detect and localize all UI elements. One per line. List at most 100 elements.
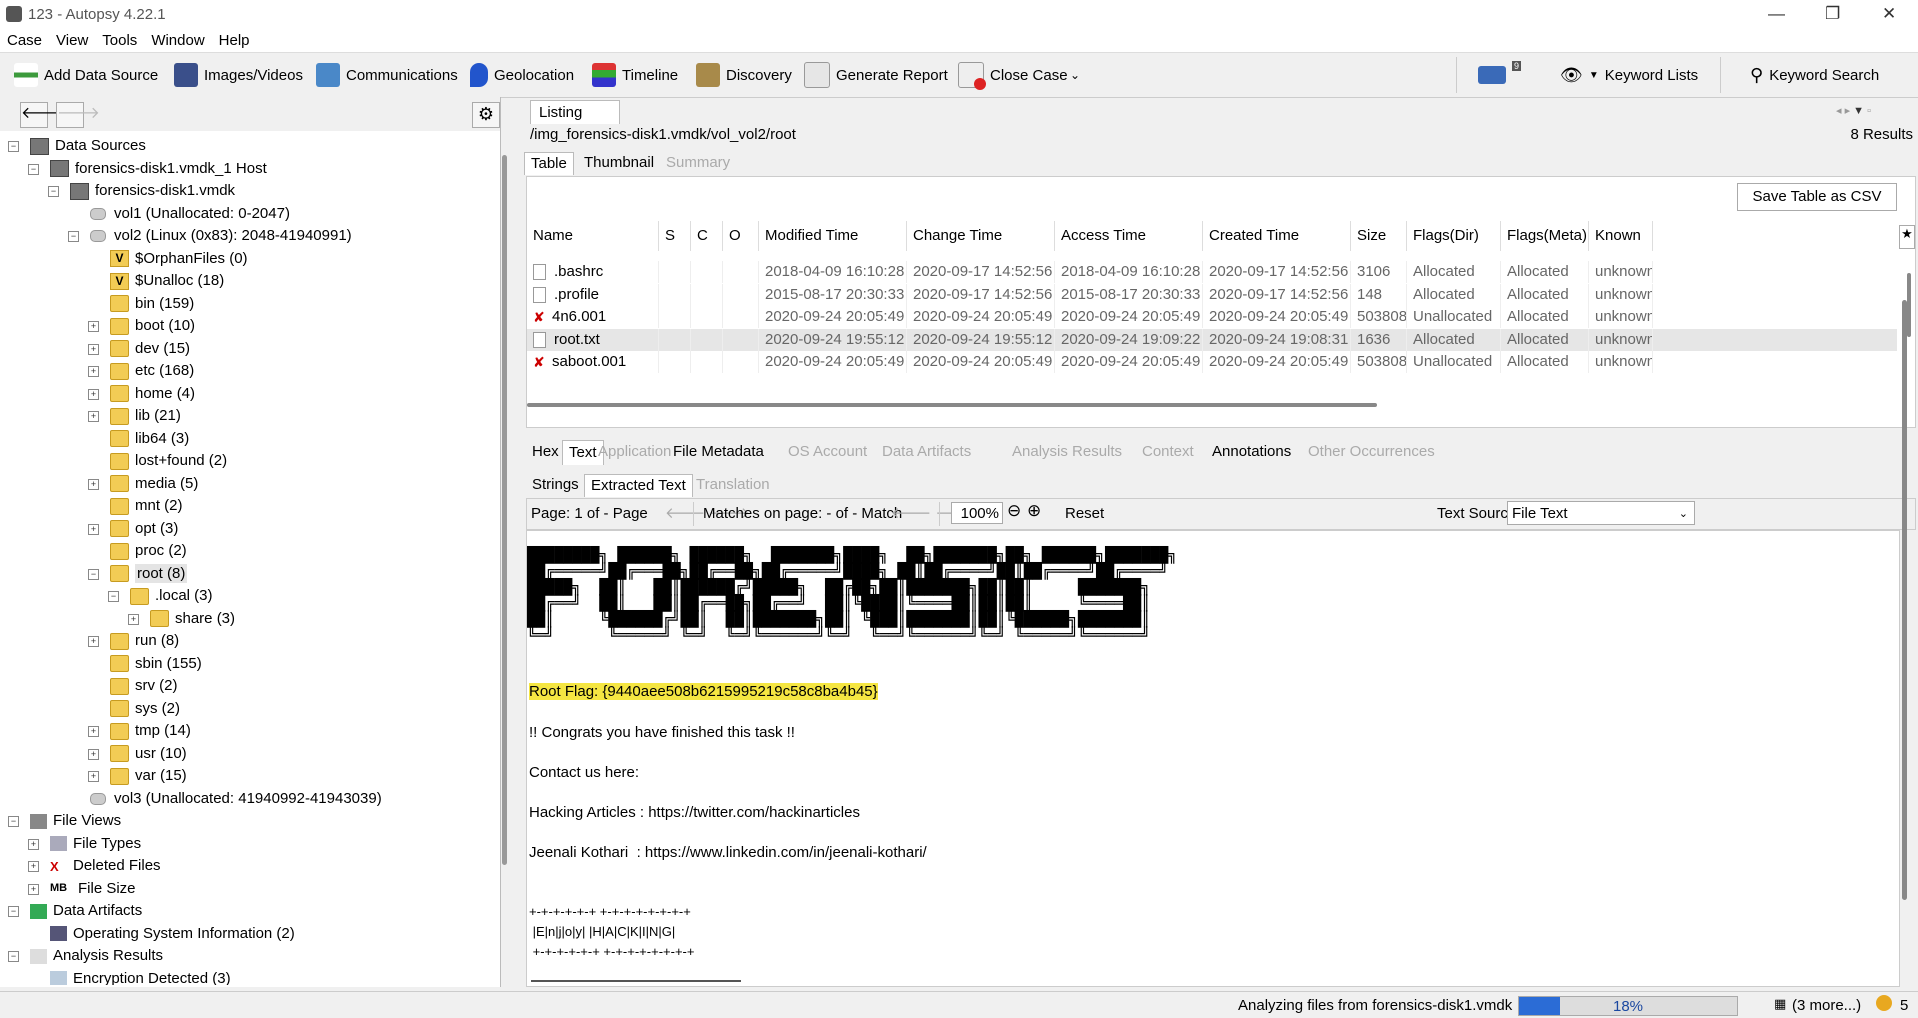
tab-other-occurrences[interactable]: Other Occurrences <box>1302 440 1441 464</box>
close-icon[interactable]: ✕ <box>1882 4 1896 24</box>
tab-extracted-text[interactable]: Extracted Text <box>584 474 693 497</box>
collapse-icon[interactable]: − <box>8 141 19 152</box>
tree-item[interactable]: − Analysis Results <box>8 945 163 967</box>
timeline-button[interactable]: Timeline <box>592 61 678 89</box>
content-horizontal-scrollbar[interactable] <box>531 980 741 982</box>
tab-translation[interactable]: Translation <box>690 474 776 496</box>
tree-item[interactable]: sys (2) <box>110 698 180 720</box>
gear-icon[interactable]: ⚙ <box>472 102 500 128</box>
menu-view[interactable]: View <box>49 30 95 52</box>
tree-item[interactable]: mnt (2) <box>110 495 183 517</box>
collapse-icon[interactable]: − <box>8 906 19 917</box>
expand-icon[interactable]: + <box>88 321 99 332</box>
tab-summary[interactable]: Summary <box>660 152 736 174</box>
tree-item[interactable]: lost+found (2) <box>110 450 227 472</box>
tree-item[interactable]: + media (5) <box>88 473 198 495</box>
expand-icon[interactable]: + <box>88 636 99 647</box>
expand-icon[interactable]: + <box>88 748 99 760</box>
tab-file-metadata[interactable]: File Metadata <box>667 440 770 464</box>
tree-item[interactable]: + lib (21) <box>88 405 181 427</box>
tree-item[interactable]: bin (159) <box>110 293 194 315</box>
column-header[interactable]: Size <box>1351 221 1407 251</box>
tree-item[interactable]: vol1 (Unallocated: 0-2047) <box>90 203 290 225</box>
collapse-icon[interactable]: − <box>28 163 39 175</box>
forward-arrow-icon[interactable]: 🡒 <box>56 102 100 128</box>
tree-item[interactable]: + tmp (14) <box>88 720 191 742</box>
column-chooser-icon[interactable]: ★ <box>1899 225 1915 249</box>
expand-icon[interactable]: + <box>88 726 99 737</box>
tab-data-artifacts[interactable]: Data Artifacts <box>876 440 977 464</box>
tree-item[interactable]: + usr (10) <box>88 743 187 765</box>
tree-item[interactable]: + home (4) <box>88 383 195 405</box>
add-data-source-button[interactable]: Add Data Source <box>14 61 158 89</box>
collapse-icon[interactable]: − <box>108 591 119 602</box>
tab-thumbnail[interactable]: Thumbnail <box>578 152 660 174</box>
zoom-field[interactable]: 100% <box>951 502 1003 524</box>
tree-item[interactable]: − forensics-disk1.vmdk_1 Host <box>28 158 267 180</box>
expand-icon[interactable]: + <box>88 523 99 535</box>
save-table-csv-button[interactable]: Save Table as CSV <box>1737 183 1897 211</box>
reset-button[interactable]: Reset <box>1065 505 1104 522</box>
tab-scroll-icon[interactable]: ◂ ▸ ▼ ▫ <box>1836 104 1871 117</box>
tree-item[interactable]: sbin (155) <box>110 653 202 675</box>
table-row[interactable]: .bashrc2018-04-09 16:10:28 PKT2020-09-17… <box>527 261 1897 283</box>
tree-item[interactable]: Encryption Detected (3) <box>50 968 231 985</box>
expand-icon[interactable]: + <box>28 861 39 872</box>
expand-icon[interactable]: + <box>88 478 99 490</box>
tab-annotations[interactable]: Annotations <box>1206 440 1297 464</box>
column-header[interactable]: Known <box>1589 221 1653 251</box>
table-horizontal-scrollbar[interactable] <box>527 403 1377 407</box>
chevron-down-icon[interactable]: ⌄ <box>1070 61 1080 89</box>
discovery-button[interactable]: Discovery <box>696 61 792 89</box>
tab-context[interactable]: Context <box>1136 440 1200 464</box>
mail-button[interactable]: 9 <box>1478 61 1522 89</box>
tree-item[interactable]: − vol2 (Linux (0x83): 2048-41940991) <box>68 225 352 247</box>
tree-item[interactable]: − .local (3) <box>108 585 213 607</box>
tree-item[interactable]: + MB File Size <box>28 878 136 900</box>
column-header[interactable]: Name <box>527 221 659 251</box>
table-row[interactable]: root.txt2020-09-24 19:55:12 PKT2020-09-2… <box>527 328 1897 351</box>
tree-item[interactable]: − root (8) <box>88 563 188 585</box>
column-header[interactable]: Change Time <box>907 221 1055 251</box>
tree-item[interactable]: − forensics-disk1.vmdk <box>48 180 235 202</box>
expand-icon[interactable]: + <box>28 883 39 895</box>
close-case-button[interactable]: Close Case <box>958 61 1068 90</box>
column-header[interactable]: Modified Time <box>759 221 907 251</box>
column-header[interactable]: Flags(Meta) <box>1501 221 1589 251</box>
restore-icon[interactable]: ❐ <box>1825 4 1840 24</box>
tree-item[interactable]: + dev (15) <box>88 338 190 360</box>
geolocation-button[interactable]: Geolocation <box>470 61 574 89</box>
tree-item[interactable]: + File Types <box>28 833 141 855</box>
tab-listing[interactable]: Listing <box>530 100 620 124</box>
table-row[interactable]: .profile2015-08-17 20:30:33 PKT2020-09-1… <box>527 283 1897 306</box>
tree-item[interactable]: − Data Artifacts <box>8 900 142 922</box>
column-header[interactable]: O <box>723 221 759 251</box>
images-videos-button[interactable]: Images/Videos <box>174 61 303 89</box>
expand-icon[interactable]: + <box>88 388 99 400</box>
communications-button[interactable]: Communications <box>316 61 458 89</box>
keyword-search-button[interactable]: ⚲ Keyword Search <box>1750 61 1879 89</box>
tree-item[interactable]: Operating System Information (2) <box>50 923 295 945</box>
tree-item[interactable]: V $OrphanFiles (0) <box>110 248 248 270</box>
ingest-progress-bar[interactable]: 18% <box>1518 996 1738 1016</box>
tree-item[interactable]: − Data Sources <box>8 135 146 157</box>
tree-item[interactable]: + etc (168) <box>88 360 194 382</box>
table-row[interactable]: ✘saboot.0012020-09-24 20:05:49 PKT2020-0… <box>527 351 1897 373</box>
tree-item[interactable]: proc (2) <box>110 540 187 562</box>
more-tasks-link[interactable]: (3 more...) <box>1792 997 1861 1014</box>
table-row[interactable]: ✘4n6.0012020-09-24 20:05:49 PKT2020-09-2… <box>527 306 1897 328</box>
expand-icon[interactable]: + <box>88 366 99 377</box>
zoom-in-icon[interactable]: ⊕ <box>1027 501 1041 521</box>
tree-item[interactable]: + share (3) <box>128 608 235 630</box>
expand-icon[interactable]: + <box>88 411 99 422</box>
column-header[interactable]: Flags(Dir) <box>1407 221 1501 251</box>
tab-strings[interactable]: Strings <box>526 474 585 496</box>
notification-icon[interactable] <box>1876 995 1892 1011</box>
column-header[interactable]: C <box>691 221 723 251</box>
content-vertical-scrollbar[interactable] <box>1902 300 1907 900</box>
tree-item[interactable]: vol3 (Unallocated: 41940992-41943039) <box>90 788 382 810</box>
tab-table[interactable]: Table <box>524 152 574 175</box>
collapse-icon[interactable]: − <box>88 568 99 580</box>
tree-item[interactable]: + run (8) <box>88 630 179 652</box>
tree-scrollbar[interactable] <box>502 155 507 865</box>
